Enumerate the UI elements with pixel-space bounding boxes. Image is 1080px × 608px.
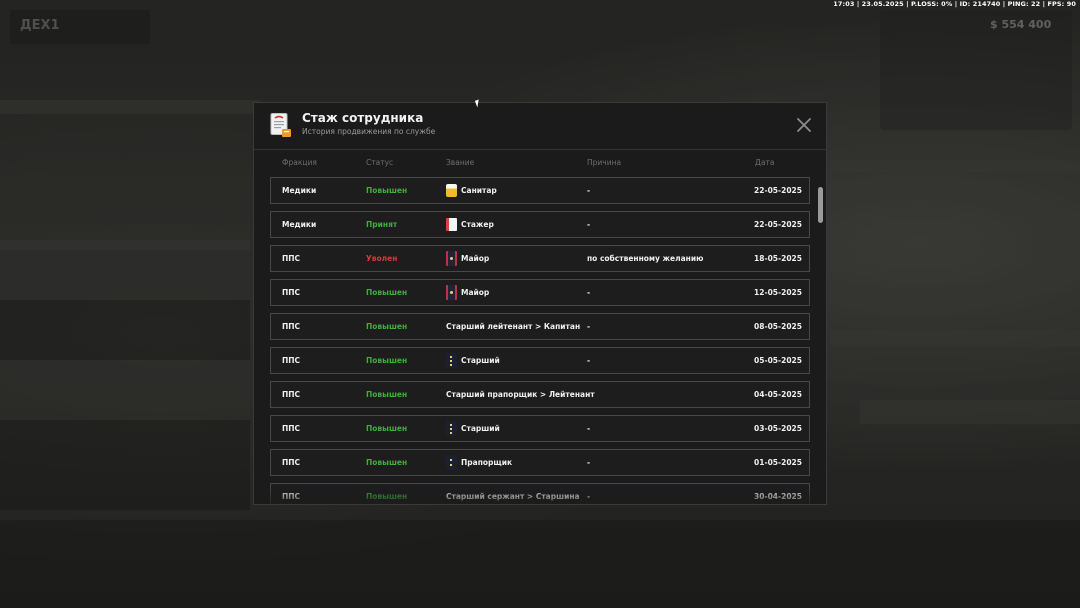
rank-insignia-icon <box>446 353 457 368</box>
row-status: Повышен <box>366 390 408 399</box>
row-reason: - <box>587 458 591 467</box>
row-status: Принят <box>366 220 398 229</box>
row-status: Уволен <box>366 254 398 263</box>
row-date: 22-05-2025 <box>754 186 802 195</box>
row-reason: - <box>587 492 591 501</box>
row-date: 01-05-2025 <box>754 458 802 467</box>
modal-header: Стаж сотрудника История продвижения по с… <box>254 103 826 150</box>
row-status: Повышен <box>366 322 408 331</box>
rank-insignia-icon <box>446 218 457 231</box>
row-faction: ППС <box>282 424 301 433</box>
row-reason: - <box>587 186 591 195</box>
row-rank-label: Прапорщик <box>461 458 513 467</box>
modal-title: Стаж сотрудника <box>302 111 424 125</box>
row-rank-label: Старший лейтенант > Капитан <box>446 322 581 331</box>
row-faction: ППС <box>282 458 301 467</box>
row-faction: ППС <box>282 288 301 297</box>
table-row[interactable]: ППС Повышен Майор - 12-05-2025 <box>270 279 810 306</box>
row-status: Повышен <box>366 288 408 297</box>
table-row[interactable]: ППС Повышен Прапорщик - 01-05-2025 <box>270 449 810 476</box>
row-rank-label: Стажер <box>461 220 494 229</box>
table-row[interactable]: ППС Уволен Майор по собственному желанию 18-… <box>270 245 810 272</box>
rank-insignia-icon <box>446 285 457 300</box>
row-rank-label: Старший <box>461 424 500 433</box>
row-faction: ППС <box>282 356 301 365</box>
row-status: Повышен <box>366 458 408 467</box>
row-reason: - <box>587 390 591 399</box>
modal-subtitle: История продвижения по службе <box>302 127 436 136</box>
table-row[interactable]: Медики Повышен Санитар - 22-05-2025 <box>270 177 810 204</box>
row-faction: Медики <box>282 186 317 195</box>
close-icon[interactable] <box>796 117 812 133</box>
row-rank: Майор <box>446 246 489 271</box>
row-date: 04-05-2025 <box>754 390 802 399</box>
row-status: Повышен <box>366 186 408 195</box>
table-row[interactable]: ППС Повышен Старший сержант > Старшина - 30-… <box>270 483 810 504</box>
row-rank: Санитар <box>446 178 497 203</box>
column-header-reason: Причина <box>587 158 622 167</box>
row-rank-label: Санитар <box>461 186 497 195</box>
row-date: 08-05-2025 <box>754 322 802 331</box>
row-rank-label: Старший <box>461 356 500 365</box>
row-reason: - <box>587 322 591 331</box>
table-row[interactable]: Медики Принят Стажер - 22-05-2025 <box>270 211 810 238</box>
row-reason: - <box>587 356 591 365</box>
row-rank-label: Майор <box>461 254 490 263</box>
rank-insignia-icon <box>446 251 457 266</box>
table-row[interactable]: ППС Повышен Старший - 03-05-2025 <box>270 415 810 442</box>
hud-status-line: 17:03 | 23.05.2025 | P.LOSS: 0% | ID: 21… <box>833 0 1076 8</box>
row-date: 03-05-2025 <box>754 424 802 433</box>
row-rank-label: Майор <box>461 288 490 297</box>
row-faction: ППС <box>282 492 301 501</box>
column-header-rank: Звание <box>446 158 475 167</box>
rank-insignia-icon <box>446 421 457 436</box>
row-faction: Медики <box>282 220 317 229</box>
table-row[interactable]: ППС Повышен Старший лейтенант > Капитан - 08… <box>270 313 810 340</box>
scrollbar-thumb[interactable] <box>818 187 823 223</box>
rank-insignia-icon <box>446 455 457 470</box>
row-rank-label: Старший прапорщик > Лейтенант <box>446 390 595 399</box>
hud-server-logo: ДЕХ1 <box>10 10 150 44</box>
row-rank-label: Старший сержант > Старшина <box>446 492 580 501</box>
history-table[interactable]: Медики Повышен Санитар - 22-05-2025 Медики При… <box>270 177 810 504</box>
row-reason: - <box>587 220 591 229</box>
row-date: 22-05-2025 <box>754 220 802 229</box>
row-faction: ППС <box>282 254 301 263</box>
row-date: 05-05-2025 <box>754 356 802 365</box>
row-reason: - <box>587 288 591 297</box>
row-faction: ППС <box>282 390 301 399</box>
document-icon <box>270 113 291 137</box>
row-rank: Старший сержант > Старшина <box>446 484 580 504</box>
row-date: 18-05-2025 <box>754 254 802 263</box>
row-date: 12-05-2025 <box>754 288 802 297</box>
row-rank: Прапорщик <box>446 450 512 475</box>
column-header-date: Дата <box>755 158 775 167</box>
row-reason: - <box>587 424 591 433</box>
row-status: Повышен <box>366 492 408 501</box>
row-rank: Старший лейтенант > Капитан <box>446 314 580 339</box>
table-row[interactable]: ППС Повышен Старший прапорщик > Лейтенант -… <box>270 381 810 408</box>
row-rank: Старший <box>446 348 500 373</box>
table-row[interactable]: ППС Повышен Старший - 05-05-2025 <box>270 347 810 374</box>
row-status: Повышен <box>366 424 408 433</box>
row-status: Повышен <box>366 356 408 365</box>
row-rank: Старший прапорщик > Лейтенант <box>446 382 595 407</box>
row-faction: ППС <box>282 322 301 331</box>
hud-logo-text: ДЕХ1 <box>20 18 60 33</box>
column-header-status: Статус <box>366 158 394 167</box>
column-header-faction: Фракция <box>282 158 317 167</box>
row-date: 30-04-2025 <box>754 492 802 501</box>
row-rank: Стажер <box>446 212 494 237</box>
service-history-modal: Стаж сотрудника История продвижения по с… <box>253 102 827 505</box>
rank-insignia-icon <box>446 184 457 197</box>
hud-money: $ 554 400 <box>990 18 1052 31</box>
row-reason: по собственному желанию <box>587 254 704 263</box>
row-rank: Майор <box>446 280 489 305</box>
row-rank: Старший <box>446 416 500 441</box>
